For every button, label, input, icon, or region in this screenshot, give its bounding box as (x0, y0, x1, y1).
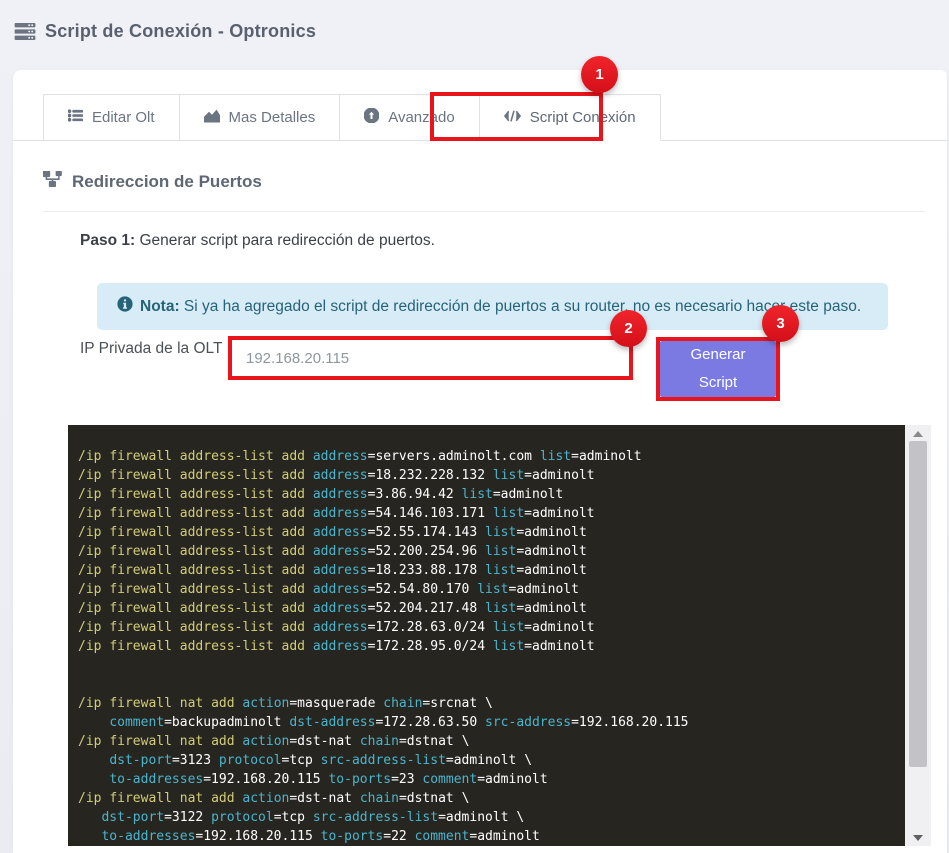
chart-area-icon (204, 109, 220, 127)
code-line: /ip firewall address-list add address=52… (78, 523, 901, 542)
script-output[interactable]: /ip firewall address-list add address=se… (68, 425, 931, 846)
annotation-badge-1: 1 (581, 56, 618, 93)
code-line: /ip firewall address-list add address=se… (78, 447, 901, 466)
code-line (78, 675, 901, 694)
tab-editar-olt[interactable]: Editar Olt (43, 94, 180, 141)
ip-input[interactable] (232, 340, 629, 376)
code-scrollbar[interactable] (905, 425, 931, 846)
code-line: to-addresses=192.168.20.115 to-ports=23 … (78, 770, 901, 789)
annotation-box-1 (430, 92, 603, 141)
scrollbar-down-arrow[interactable] (905, 829, 931, 846)
code-line: dst-port=3122 protocol=tcp src-address-l… (78, 808, 901, 827)
content-card: Editar Olt Mas Detalles Avanzado Script … (13, 70, 947, 853)
code-line: /ip firewall address-list add address=54… (78, 504, 901, 523)
code-line: /ip firewall address-list add address=52… (78, 542, 901, 561)
code-line: /ip firewall address-list add address=17… (78, 637, 901, 656)
annotation-box-3: Generar Script (656, 337, 780, 401)
scrollbar-thumb[interactable] (909, 441, 927, 767)
app-header: Script de Conexión - Optronics (14, 21, 316, 42)
tab-label: Mas Detalles (229, 109, 316, 126)
note-content: Nota: Si ya ha agregado el script de red… (140, 298, 861, 316)
generar-script-button[interactable]: Generar Script (660, 341, 776, 397)
code-line: /ip firewall nat add action=dst-nat chai… (78, 732, 901, 751)
step-description: Generar script para redirección de puert… (135, 232, 435, 249)
code-line: /ip firewall address-list add address=18… (78, 466, 901, 485)
section-divider (43, 211, 925, 212)
code-line: comment=backupadminolt dst-address=172.2… (78, 713, 901, 732)
annotation-box-2 (228, 336, 633, 380)
step-label: Paso 1: (80, 232, 135, 249)
code-line: /ip firewall address-list add address=3.… (78, 485, 901, 504)
arrow-circle-up-icon (364, 108, 379, 127)
code-line: /ip firewall nat add action=masquerade c… (78, 694, 901, 713)
code-line: to-addresses=192.168.20.115 to-ports=22 … (78, 827, 901, 846)
note-label: Nota: (140, 298, 180, 315)
code-line: dst-port=3123 protocol=tcp src-address-l… (78, 751, 901, 770)
code-line: /ip firewall address-list add address=52… (78, 580, 901, 599)
section-title: Redireccion de Puertos (43, 171, 262, 192)
step-text: Paso 1: Generar script para redirección … (80, 232, 435, 250)
code-line (78, 656, 901, 675)
code-line: /ip firewall address-list add address=52… (78, 599, 901, 618)
page-title: Script de Conexión - Optronics (45, 21, 316, 42)
note-text: Si ya ha agregado el script de redirecci… (180, 298, 862, 315)
page: Script de Conexión - Optronics Editar Ol… (0, 0, 949, 853)
tab-mas-detalles[interactable]: Mas Detalles (179, 94, 341, 141)
project-diagram-icon (43, 171, 62, 192)
scrollbar-up-arrow[interactable] (905, 425, 931, 442)
section-title-label: Redireccion de Puertos (72, 172, 262, 192)
info-circle-icon (117, 296, 133, 317)
list-icon (68, 109, 83, 126)
annotation-badge-3: 3 (762, 305, 799, 342)
tab-label: Editar Olt (92, 109, 155, 126)
code-line: /ip firewall address-list add address=18… (78, 561, 901, 580)
ip-field-label: IP Privada de la OLT (80, 337, 230, 361)
annotation-badge-2: 2 (610, 310, 647, 347)
script-code: /ip firewall address-list add address=se… (78, 447, 901, 846)
server-icon (14, 23, 36, 40)
code-line: /ip firewall nat add action=dst-nat chai… (78, 789, 901, 808)
code-line: /ip firewall address-list add address=17… (78, 618, 901, 637)
